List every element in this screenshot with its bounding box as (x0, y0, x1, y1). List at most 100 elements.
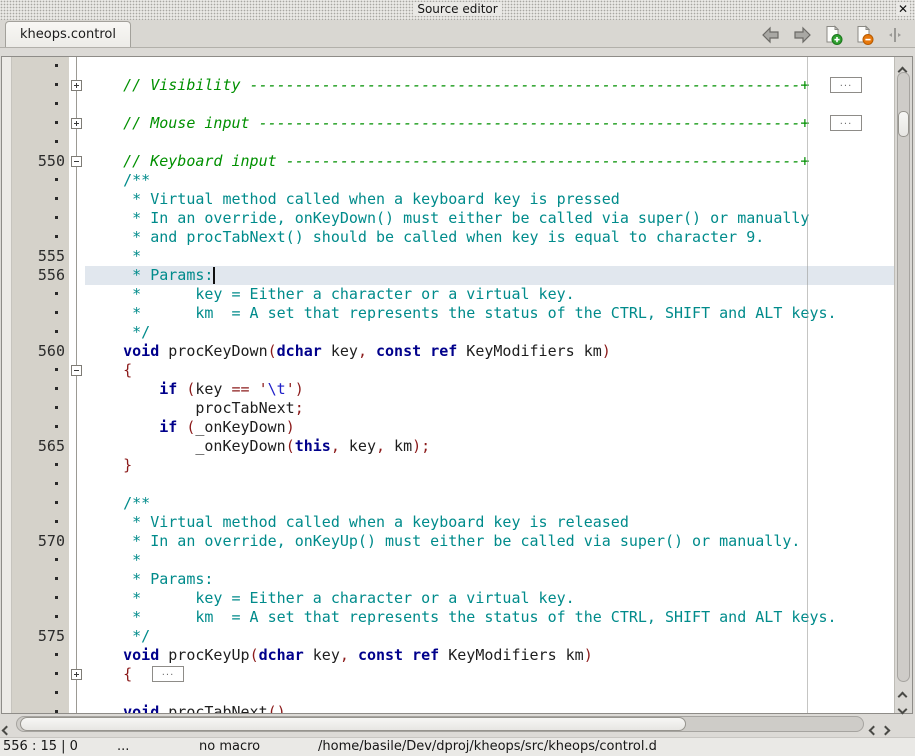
scroll-up-icon[interactable] (899, 60, 909, 72)
code-line[interactable] (2, 95, 894, 114)
code-line[interactable]: { (2, 361, 894, 380)
code-text[interactable]: * key = Either a character or a virtual … (85, 285, 894, 304)
code-line[interactable]: * key = Either a character or a virtual … (2, 285, 894, 304)
fold-expand-icon[interactable] (71, 118, 82, 129)
collapsed-fold-box[interactable]: ... (152, 666, 184, 682)
code-text[interactable]: * km = A set that represents the status … (85, 608, 894, 627)
code-text[interactable]: // Mouse input -------------------------… (85, 114, 894, 133)
code-text[interactable]: * key = Either a character or a virtual … (85, 589, 894, 608)
code-text[interactable] (85, 133, 894, 152)
code-text[interactable]: procTabNext; (85, 399, 894, 418)
code-line[interactable]: * and procTabNext() should be called whe… (2, 228, 894, 247)
scroll-left-icon[interactable] (3, 719, 15, 731)
code-text[interactable]: * In an override, onKeyDown() must eithe… (85, 209, 894, 228)
code-text[interactable]: _onKeyDown(this, key, km); (85, 437, 894, 456)
code-line[interactable] (2, 684, 894, 703)
code-line[interactable]: 555 * (2, 247, 894, 266)
code-text[interactable]: * Virtual method called when a keyboard … (85, 190, 894, 209)
horizontal-scroll-track[interactable] (16, 716, 864, 732)
code-text[interactable]: * km = A set that represents the status … (85, 304, 894, 323)
code-text[interactable]: /** (85, 494, 894, 513)
code-line[interactable]: if (key == '\t') (2, 380, 894, 399)
code-text[interactable]: { (85, 361, 894, 380)
collapsed-fold-box[interactable]: ... (830, 115, 862, 131)
scroll-down-icon[interactable] (899, 698, 909, 710)
code-line[interactable]: * km = A set that represents the status … (2, 304, 894, 323)
code-text[interactable]: * (85, 247, 894, 266)
code-line[interactable]: void procKeyUp(dchar key, const ref KeyM… (2, 646, 894, 665)
code-text[interactable]: } (85, 456, 894, 475)
code-line[interactable]: * key = Either a character or a virtual … (2, 589, 894, 608)
code-line[interactable]: void procTabNext() (2, 703, 894, 713)
code-line[interactable]: 550 // Keyboard input ------------------… (2, 152, 894, 171)
code-line[interactable]: 556 * Params: (2, 266, 894, 285)
code-text[interactable] (85, 684, 894, 703)
collapsed-fold-box[interactable]: ... (830, 77, 862, 93)
code-line[interactable]: * km = A set that represents the status … (2, 608, 894, 627)
close-source-button[interactable] (854, 25, 874, 45)
code-line[interactable] (2, 133, 894, 152)
horizontal-scrollbar[interactable] (1, 715, 913, 734)
code-text[interactable]: */ (85, 323, 894, 342)
code-line[interactable]: {... (2, 665, 894, 684)
scroll-up-bottom-icon[interactable] (899, 685, 909, 697)
code-line[interactable]: } (2, 456, 894, 475)
detach-view-button[interactable] (885, 25, 905, 45)
code-line[interactable]: procTabNext; (2, 399, 894, 418)
go-next-button[interactable] (792, 25, 812, 45)
fold-expand-icon[interactable] (71, 80, 82, 91)
go-previous-button[interactable] (761, 25, 781, 45)
tab-kheops-control[interactable]: kheops.control (5, 21, 131, 47)
code-line[interactable]: * Params: (2, 570, 894, 589)
code-text[interactable]: * (85, 551, 894, 570)
code-line[interactable]: * (2, 551, 894, 570)
code-text[interactable]: void procKeyUp(dchar key, const ref KeyM… (85, 646, 894, 665)
code-text[interactable]: /** (85, 171, 894, 190)
code-line[interactable]: 565 _onKeyDown(this, key, km); (2, 437, 894, 456)
code-text[interactable]: */ (85, 627, 894, 646)
code-line[interactable]: * Virtual method called when a keyboard … (2, 190, 894, 209)
code-line[interactable]: 570 * In an override, onKeyUp() must eit… (2, 532, 894, 551)
code-editor[interactable]: // Visibility --------------------------… (1, 56, 913, 714)
fold-collapse-icon[interactable] (71, 156, 82, 167)
code-line[interactable]: * In an override, onKeyDown() must eithe… (2, 209, 894, 228)
code-text[interactable] (85, 95, 894, 114)
code-text[interactable]: if (key == '\t') (85, 380, 894, 399)
code-line[interactable]: // Mouse input -------------------------… (2, 114, 894, 133)
code-line[interactable]: /** (2, 494, 894, 513)
fold-collapse-icon[interactable] (71, 365, 82, 376)
code-text[interactable]: void procKeyDown(dchar key, const ref Ke… (85, 342, 894, 361)
code-line[interactable] (2, 475, 894, 494)
fold-gutter (69, 209, 85, 228)
code-text[interactable]: {... (85, 665, 894, 684)
code-text[interactable]: void procTabNext() (85, 703, 894, 713)
code-text[interactable]: * Params: (85, 266, 894, 285)
code-text[interactable]: if (_onKeyDown) (85, 418, 894, 437)
fold-gutter (69, 171, 85, 190)
vertical-scroll-thumb[interactable] (898, 111, 909, 137)
code-line[interactable]: // Visibility --------------------------… (2, 76, 894, 95)
code-text[interactable]: * In an override, onKeyUp() must either … (85, 532, 894, 551)
code-text[interactable] (85, 475, 894, 494)
code-line[interactable] (2, 57, 894, 76)
code-text[interactable] (85, 57, 894, 76)
code-line[interactable]: */ (2, 323, 894, 342)
window-close-icon[interactable]: ✕ (896, 2, 910, 16)
code-text[interactable]: // Keyboard input ----------------------… (85, 152, 894, 171)
code-line[interactable]: * Virtual method called when a keyboard … (2, 513, 894, 532)
code-line[interactable]: /** (2, 171, 894, 190)
code-text[interactable]: * and procTabNext() should be called whe… (85, 228, 894, 247)
fold-expand-icon[interactable] (71, 669, 82, 680)
new-source-button[interactable] (823, 25, 843, 45)
code-text[interactable]: // Visibility --------------------------… (85, 76, 894, 95)
window-titlebar[interactable]: Source editor ✕ (0, 0, 915, 20)
code-line[interactable]: 575 */ (2, 627, 894, 646)
code-line[interactable]: 560 void procKeyDown(dchar key, const re… (2, 342, 894, 361)
code-text[interactable]: * Params: (85, 570, 894, 589)
vertical-scroll-track[interactable] (897, 72, 910, 682)
code-line[interactable]: if (_onKeyDown) (2, 418, 894, 437)
code-text[interactable]: * Virtual method called when a keyboard … (85, 513, 894, 532)
scroll-right-icon[interactable] (882, 719, 894, 731)
vertical-scrollbar[interactable] (894, 57, 912, 713)
horizontal-scroll-thumb[interactable] (20, 717, 686, 731)
